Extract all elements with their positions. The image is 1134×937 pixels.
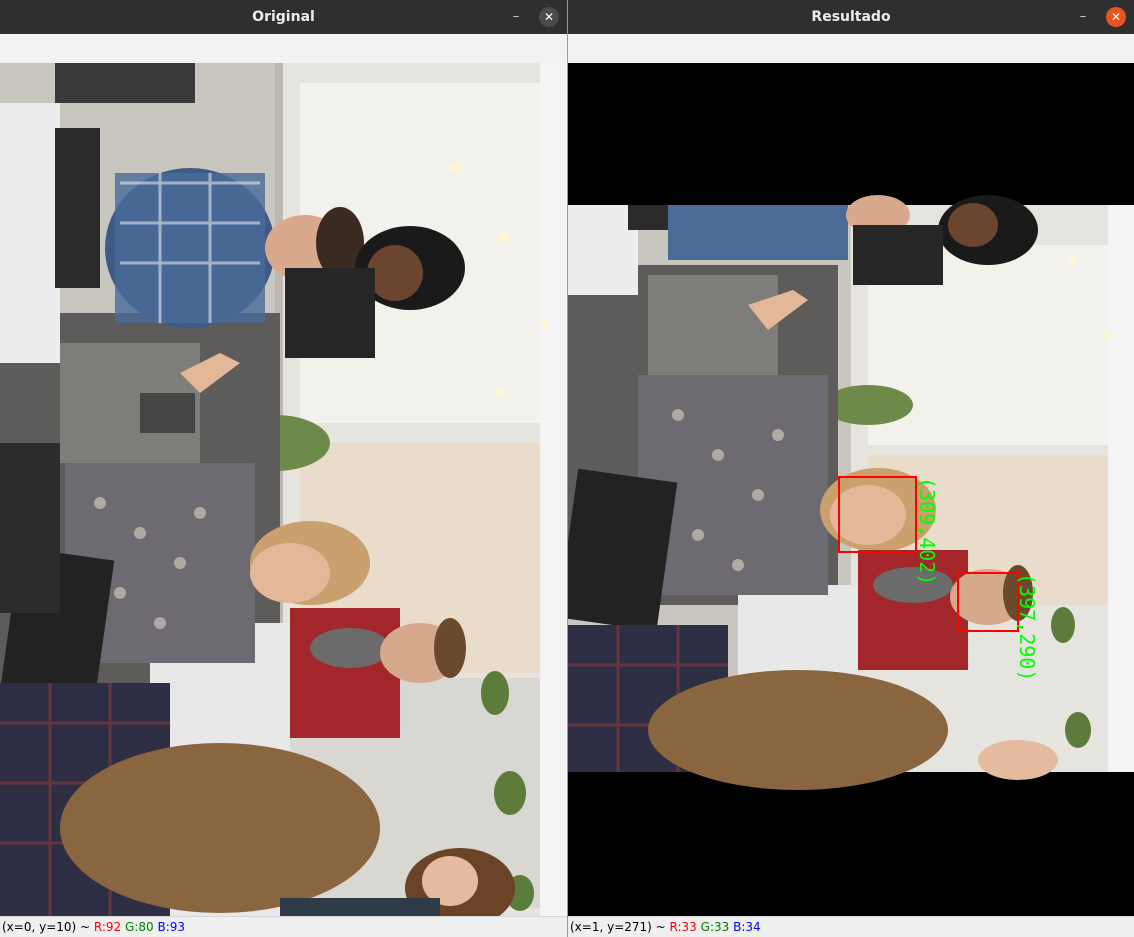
- titlebar-original[interactable]: Original – ✕: [0, 0, 567, 34]
- toolbar-result: [568, 34, 1134, 64]
- detection-label: (397,290): [1015, 573, 1039, 681]
- status-blue: B:93: [157, 920, 186, 934]
- status-coords: (x=1, y=271) ~: [570, 920, 670, 934]
- titlebar-result[interactable]: Resultado – ✕: [568, 0, 1134, 34]
- toolbar-original: [0, 34, 567, 64]
- window-original: Original – ✕ (x=0, y=10) ~ R:92 G:80 B:9…: [0, 0, 567, 937]
- status-bar-original: (x=0, y=10) ~ R:92 G:80 B:93: [0, 916, 567, 937]
- photo-office-meeting: [0, 63, 567, 916]
- status-coords: (x=0, y=10) ~: [2, 920, 94, 934]
- status-bar-result: (x=1, y=271) ~ R:33 G:33 B:34: [568, 916, 1134, 937]
- status-green: G:33: [700, 920, 730, 934]
- window-title: Resultado: [811, 9, 891, 25]
- status-red: R:33: [669, 920, 697, 934]
- status-green: G:80: [125, 920, 154, 934]
- status-blue: B:34: [733, 920, 761, 934]
- image-canvas-result[interactable]: (309,402) (397,290): [568, 63, 1134, 916]
- image-canvas-original[interactable]: [0, 63, 567, 916]
- window-title: Original: [252, 9, 315, 25]
- minimize-icon[interactable]: –: [1074, 8, 1092, 26]
- photo-detection-result: (309,402) (397,290): [568, 63, 1134, 916]
- window-result: Resultado – ✕ (309,402) (397,290) (x=1, …: [568, 0, 1134, 937]
- minimize-icon[interactable]: –: [507, 8, 525, 26]
- detection-label: (309,402): [915, 477, 939, 585]
- status-red: R:92: [93, 920, 122, 934]
- close-icon[interactable]: ✕: [1106, 7, 1126, 27]
- close-icon[interactable]: ✕: [539, 7, 559, 27]
